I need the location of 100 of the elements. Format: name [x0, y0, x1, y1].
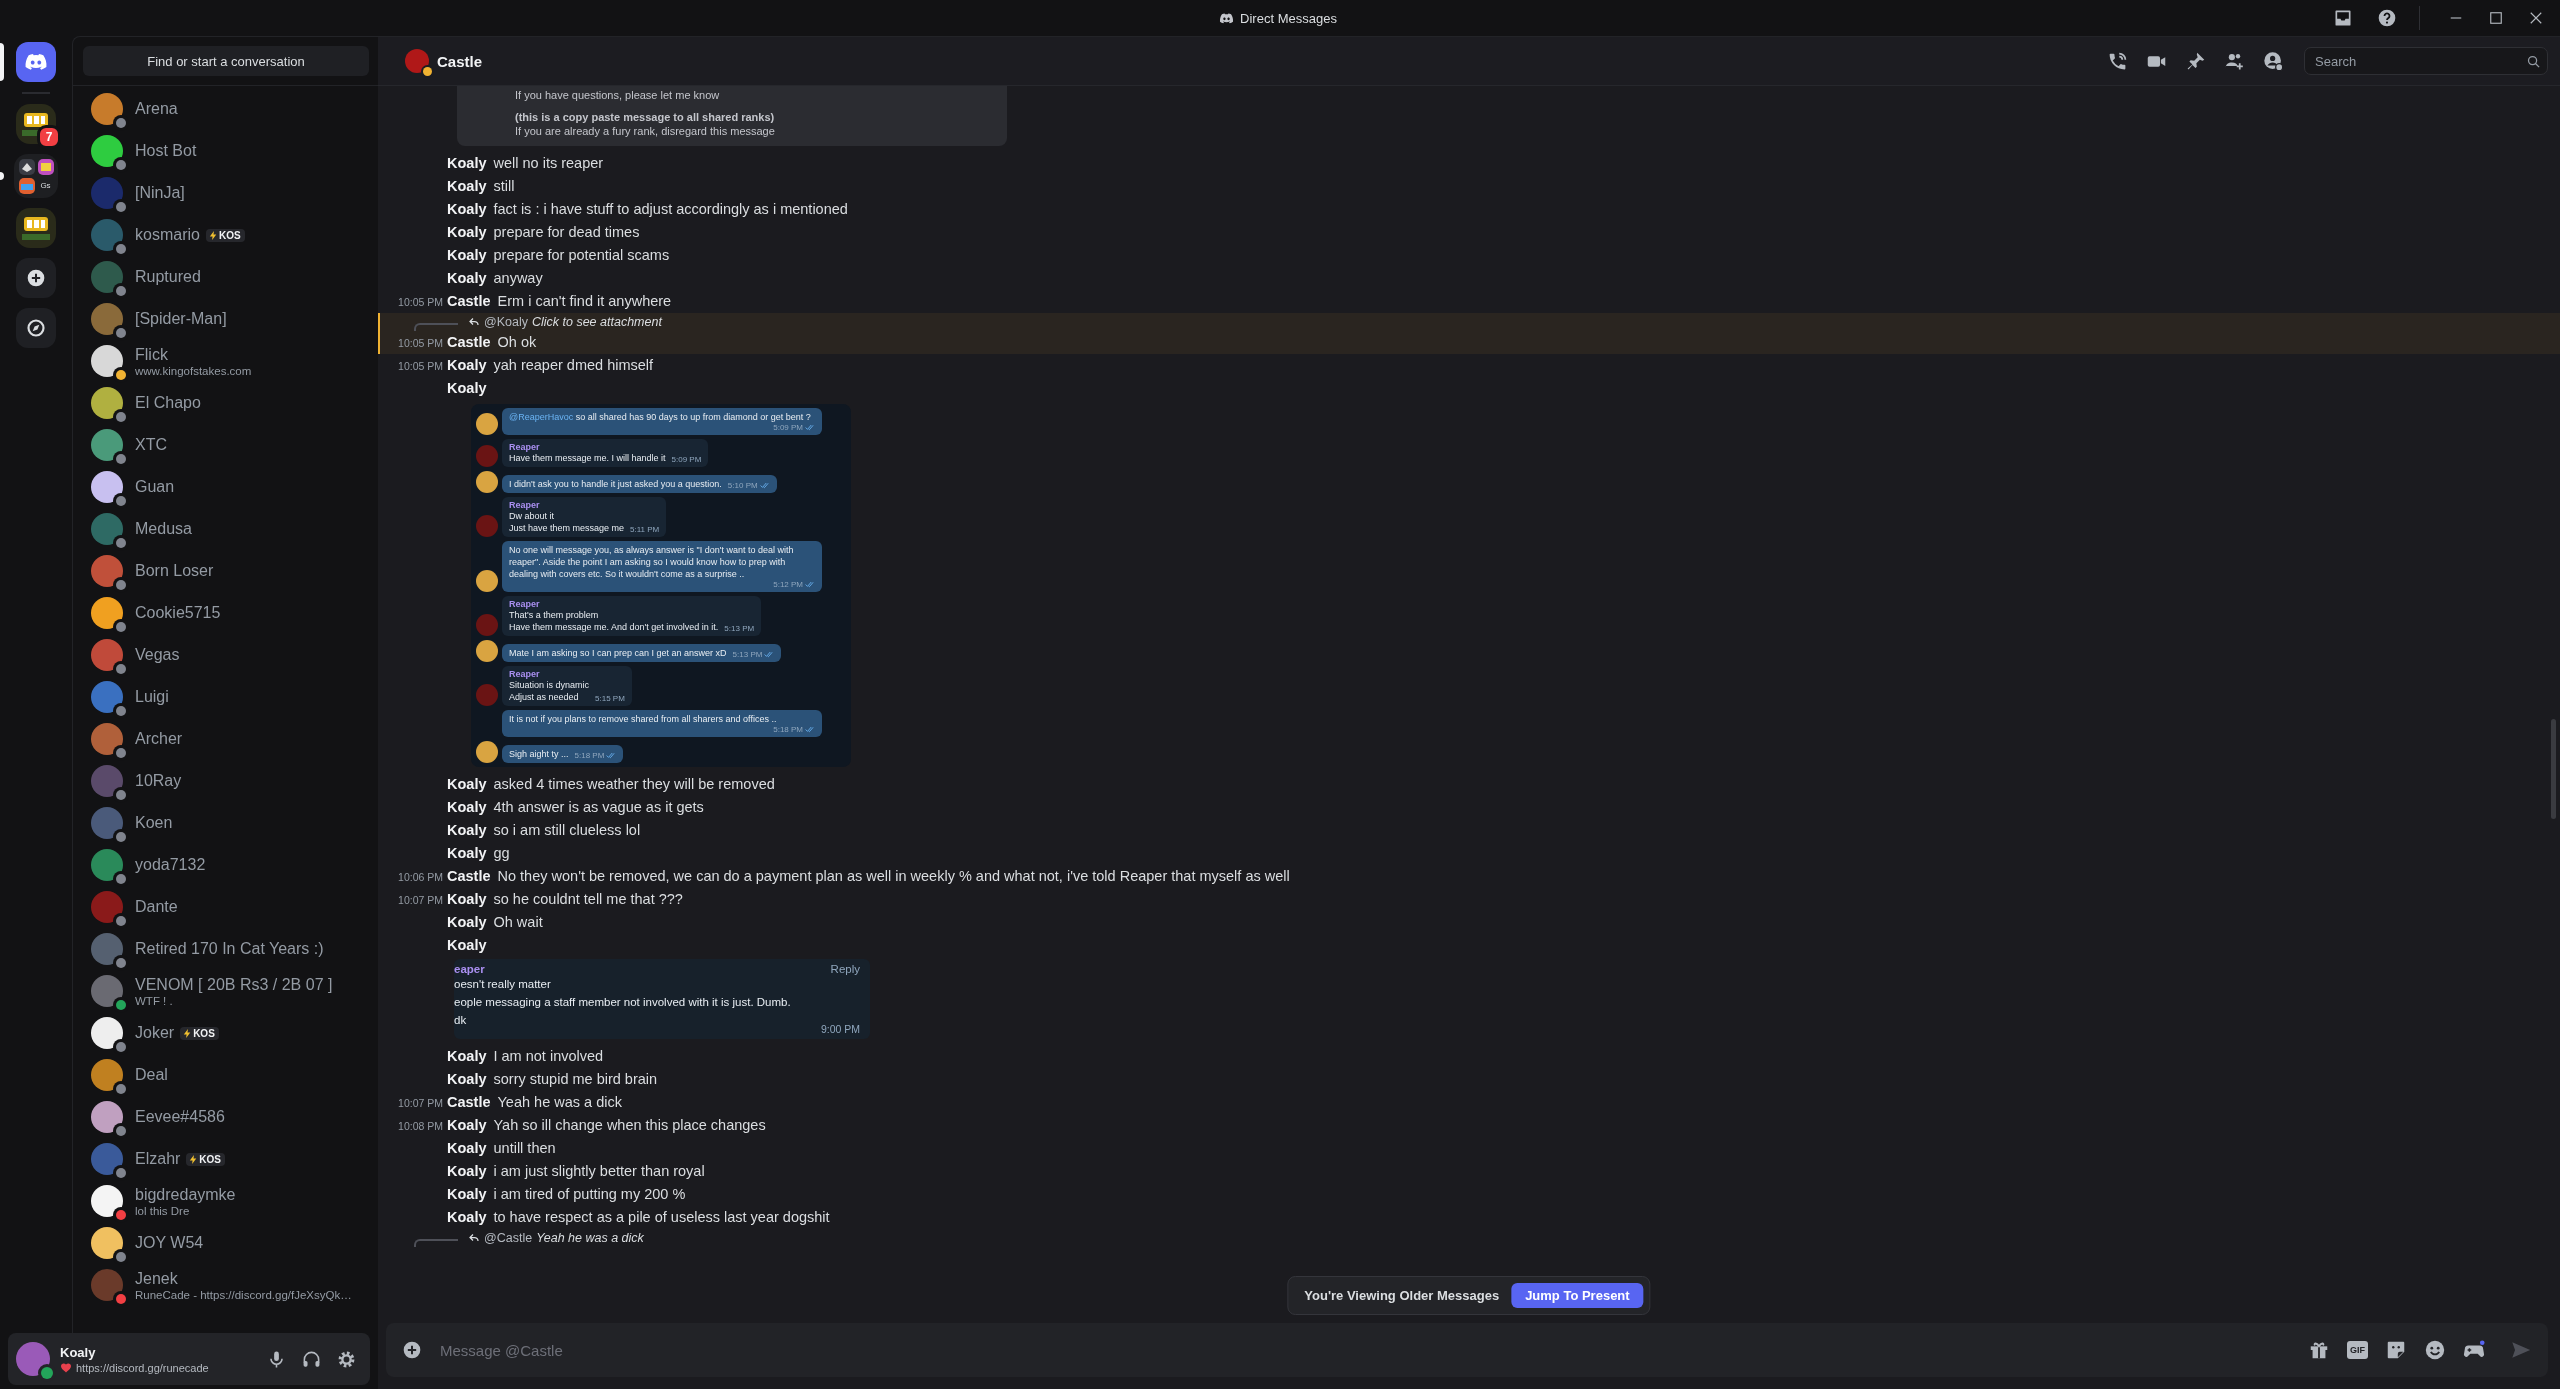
contact-name[interactable]: Medusa [135, 520, 192, 538]
author-name[interactable]: Koaly [447, 377, 487, 400]
message-text: well no its reaper [493, 154, 604, 173]
bubble-text: Have them message me. And don't get involved in it. [509, 621, 719, 633]
contact-name[interactable]: Cookie5715 [135, 604, 221, 622]
author-name[interactable]: Koaly [447, 888, 487, 911]
server-folder[interactable]: Gs [14, 154, 58, 198]
help-icon[interactable] [2377, 8, 2397, 28]
contact-name[interactable]: Dante [135, 898, 178, 916]
mention-link[interactable]: @ReaperHavoc [509, 412, 574, 422]
call-icon[interactable] [2107, 50, 2128, 72]
contact-name[interactable]: XTC [135, 436, 167, 454]
gif-button[interactable]: GIF [2347, 1341, 2368, 1359]
contact-name[interactable]: VENOM [ 20B Rs3 / 2B 07 ] [135, 975, 333, 994]
pin-icon[interactable] [2185, 50, 2206, 72]
discover-button[interactable] [16, 308, 56, 348]
avatar [91, 1185, 123, 1217]
contact-name[interactable]: Luigi [135, 688, 169, 706]
contact-name[interactable]: Host Bot [135, 142, 197, 160]
microphone-icon[interactable] [267, 1349, 286, 1369]
contact-name[interactable]: Vegas [135, 646, 180, 664]
author-name[interactable]: Koaly [447, 796, 487, 819]
contact-name[interactable]: Archer [135, 730, 183, 748]
author-name[interactable]: Castle [447, 290, 491, 313]
reply-author[interactable]: @Castle [484, 1231, 533, 1245]
contact-name[interactable]: Arena [135, 100, 178, 118]
contact-name[interactable]: yoda7132 [135, 856, 206, 874]
author-name[interactable]: Koaly [447, 1160, 487, 1183]
avatar [91, 555, 123, 587]
author-name[interactable]: Koaly [447, 244, 487, 267]
bubble-text: No one will message you, as always answer is "I don't want to deal with reaper". Aside the point I am asking so I would know how to prep with dealing with covers etc. So it wouldn't come as a surprise .. [509, 544, 795, 580]
author-name[interactable]: Koaly [447, 354, 487, 377]
find-conversation-button[interactable]: Find or start a conversation [83, 46, 369, 76]
message-text: Oh ok [497, 333, 537, 352]
author-name[interactable]: Koaly [447, 1183, 487, 1206]
emoji-icon[interactable] [2424, 1339, 2446, 1361]
avatar [91, 93, 123, 125]
avatar [91, 1017, 123, 1049]
author-name[interactable]: Koaly [447, 152, 487, 175]
author-name[interactable]: Koaly [447, 1206, 487, 1229]
add-server-button[interactable] [16, 258, 56, 298]
maximize-icon[interactable] [2487, 9, 2505, 27]
contact-name[interactable]: Retired 170 In Cat Years :) [135, 940, 324, 958]
quote-text: oesn't really matter [454, 977, 552, 992]
author-name[interactable]: Koaly [447, 1045, 487, 1068]
profile-icon[interactable] [2263, 50, 2284, 72]
author-name[interactable]: Koaly [447, 934, 487, 957]
reply-text[interactable]: Yeah he was a dick [536, 1231, 644, 1245]
server-icon[interactable] [16, 208, 56, 248]
author-name[interactable]: Koaly [447, 1137, 487, 1160]
message-input[interactable]: Message @Castle [438, 1340, 2292, 1360]
settings-icon[interactable] [337, 1349, 356, 1369]
author-name[interactable]: Koaly [447, 773, 487, 796]
search-icon [2526, 53, 2541, 69]
contact-name[interactable]: 10Ray [135, 772, 182, 790]
inbox-icon[interactable] [2333, 8, 2353, 28]
author-name[interactable]: Koaly [447, 267, 487, 290]
contact-name[interactable]: Joker [135, 1024, 175, 1042]
home-button[interactable] [16, 42, 56, 82]
scrollbar-thumb[interactable] [2551, 719, 2556, 819]
contact-name[interactable]: kosmario [135, 226, 200, 244]
headphones-icon[interactable] [302, 1349, 321, 1369]
search-field[interactable]: Search [2304, 47, 2548, 75]
reply-author[interactable]: @Koaly [484, 315, 528, 329]
jump-to-present-button[interactable]: Jump To Present [1511, 1283, 1644, 1308]
contact-name[interactable]: Flick [135, 345, 168, 364]
reply-text[interactable]: Click to see attachment [531, 315, 662, 329]
reply-icon [468, 1232, 480, 1244]
message-text: Yah so ill change when this place changes [493, 1116, 766, 1135]
author-name[interactable]: Castle [447, 1091, 491, 1114]
author-name[interactable]: Koaly [447, 175, 487, 198]
timestamp: 10:05 PM [397, 359, 443, 374]
contact-name[interactable]: JOY W54 [135, 1234, 204, 1252]
author-name[interactable]: Koaly [447, 1114, 487, 1137]
avatar [91, 891, 123, 923]
contact-name[interactable]: Deal [135, 1066, 168, 1084]
author-name[interactable]: Koaly [447, 198, 487, 221]
contact-name[interactable]: Ruptured [135, 268, 201, 286]
contact-name[interactable]: El Chapo [135, 394, 201, 412]
search-input[interactable]: Search [2313, 52, 2526, 70]
contact-name[interactable]: [Spider-Man] [135, 310, 227, 328]
author-name[interactable]: Koaly [447, 221, 487, 244]
contact-name[interactable]: [NinJa] [135, 184, 185, 202]
contact-name[interactable]: Guan [135, 478, 175, 496]
contact-name[interactable]: bigdredaymke [135, 1185, 236, 1204]
author-name[interactable]: Koaly [447, 911, 487, 934]
contact-name[interactable]: Born Loser [135, 562, 214, 580]
contact-name[interactable]: Jenek [135, 1269, 178, 1288]
server-initials: Gs [39, 180, 52, 192]
sticker-icon[interactable] [2385, 1339, 2407, 1361]
author-name[interactable]: Koaly [447, 819, 487, 842]
contact-name[interactable]: Eevee#4586 [135, 1108, 225, 1126]
author-name[interactable]: Koaly [447, 842, 487, 865]
author-name[interactable]: Castle [447, 865, 491, 888]
contact-name[interactable]: Elzahr [135, 1150, 181, 1168]
attach-plus-icon[interactable] [402, 1340, 422, 1360]
contact-name[interactable]: Koen [135, 814, 173, 832]
author-name[interactable]: Koaly [447, 1068, 487, 1091]
message-field[interactable]: Message @Castle GIF [386, 1323, 2548, 1377]
author-name[interactable]: Castle [447, 331, 491, 354]
